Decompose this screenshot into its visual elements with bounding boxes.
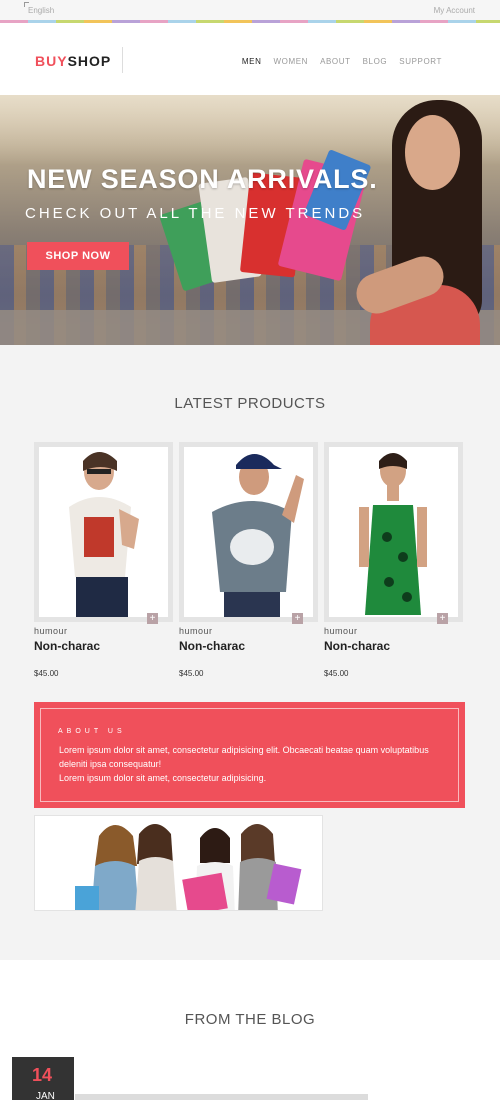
logo[interactable]: BUYSHOP <box>35 53 111 69</box>
main-nav: MEN WOMEN ABOUT BLOG SUPPORT <box>242 57 442 66</box>
about-us-line-1: Lorem ipsum dolor sit amet, consectetur … <box>59 745 429 769</box>
nav-support[interactable]: SUPPORT <box>399 57 442 66</box>
product-image[interactable] <box>329 447 458 617</box>
latest-products-title: LATEST PRODUCTS <box>174 395 326 412</box>
logo-buy: BUY <box>35 53 68 69</box>
hero-title: NEW SEASON ARRIVALS. <box>27 164 378 194</box>
add-to-cart-icon[interactable]: + <box>437 613 448 624</box>
language-selector[interactable]: English <box>28 6 54 15</box>
from-the-blog-title: FROM THE BLOG <box>184 1011 316 1028</box>
about-us-line-2: Lorem ipsum dolor sit amet, consectetur … <box>59 773 267 783</box>
promo-photo-shopping-girls <box>75 824 302 910</box>
hero-subtitle: CHECK OUT ALL THE NEW TRENDS <box>25 205 366 222</box>
about-us-heading: ABOUT US <box>58 728 126 735</box>
nav-men[interactable]: MEN <box>242 57 262 66</box>
add-to-cart-icon[interactable]: + <box>147 613 158 624</box>
blog-post-preview[interactable] <box>75 1094 368 1100</box>
add-to-cart-icon[interactable]: + <box>292 613 303 624</box>
blog-date-month: JAN <box>36 1091 55 1100</box>
product-name[interactable]: Non-charac <box>179 639 245 653</box>
blog-section <box>0 960 500 1100</box>
product-name[interactable]: Non-charac <box>34 639 100 653</box>
product-photo-woman-glasses <box>69 452 139 617</box>
product-price: $45.00 <box>34 669 59 678</box>
blog-date-day: 14 <box>32 1065 53 1085</box>
promo-image[interactable] <box>34 815 323 911</box>
logo-shop: SHOP <box>67 53 112 69</box>
product-image[interactable] <box>184 447 313 617</box>
nav-women[interactable]: WOMEN <box>274 57 309 66</box>
site-header: BUYSHOP MEN WOMEN ABOUT BLOG SUPPORT <box>0 23 500 95</box>
product-photo-woman-green-top <box>359 453 427 615</box>
product-image[interactable] <box>39 447 168 617</box>
product-price: $45.00 <box>179 669 204 678</box>
product-photo-man-cap <box>212 454 304 617</box>
top-bar: English My Account <box>0 0 500 22</box>
about-us-text: Lorem ipsum dolor sit amet, consectetur … <box>59 743 439 785</box>
nav-blog[interactable]: BLOG <box>363 57 388 66</box>
shop-now-button[interactable]: SHOP NOW <box>27 242 129 270</box>
hero-banner: NEW SEASON ARRIVALS. CHECK OUT ALL THE N… <box>0 95 500 345</box>
product-category[interactable]: humour <box>34 626 68 636</box>
nav-about[interactable]: ABOUT <box>320 57 351 66</box>
product-name[interactable]: Non-charac <box>324 639 390 653</box>
about-us-panel: ABOUT US Lorem ipsum dolor sit amet, con… <box>34 702 465 808</box>
logo-divider <box>122 47 123 73</box>
my-account-link[interactable]: My Account <box>434 6 475 15</box>
blog-date-badge: 14 JAN <box>12 1057 74 1100</box>
product-category[interactable]: humour <box>324 626 358 636</box>
product-category[interactable]: humour <box>179 626 213 636</box>
product-price: $45.00 <box>324 669 349 678</box>
hero-model-face <box>405 115 460 190</box>
